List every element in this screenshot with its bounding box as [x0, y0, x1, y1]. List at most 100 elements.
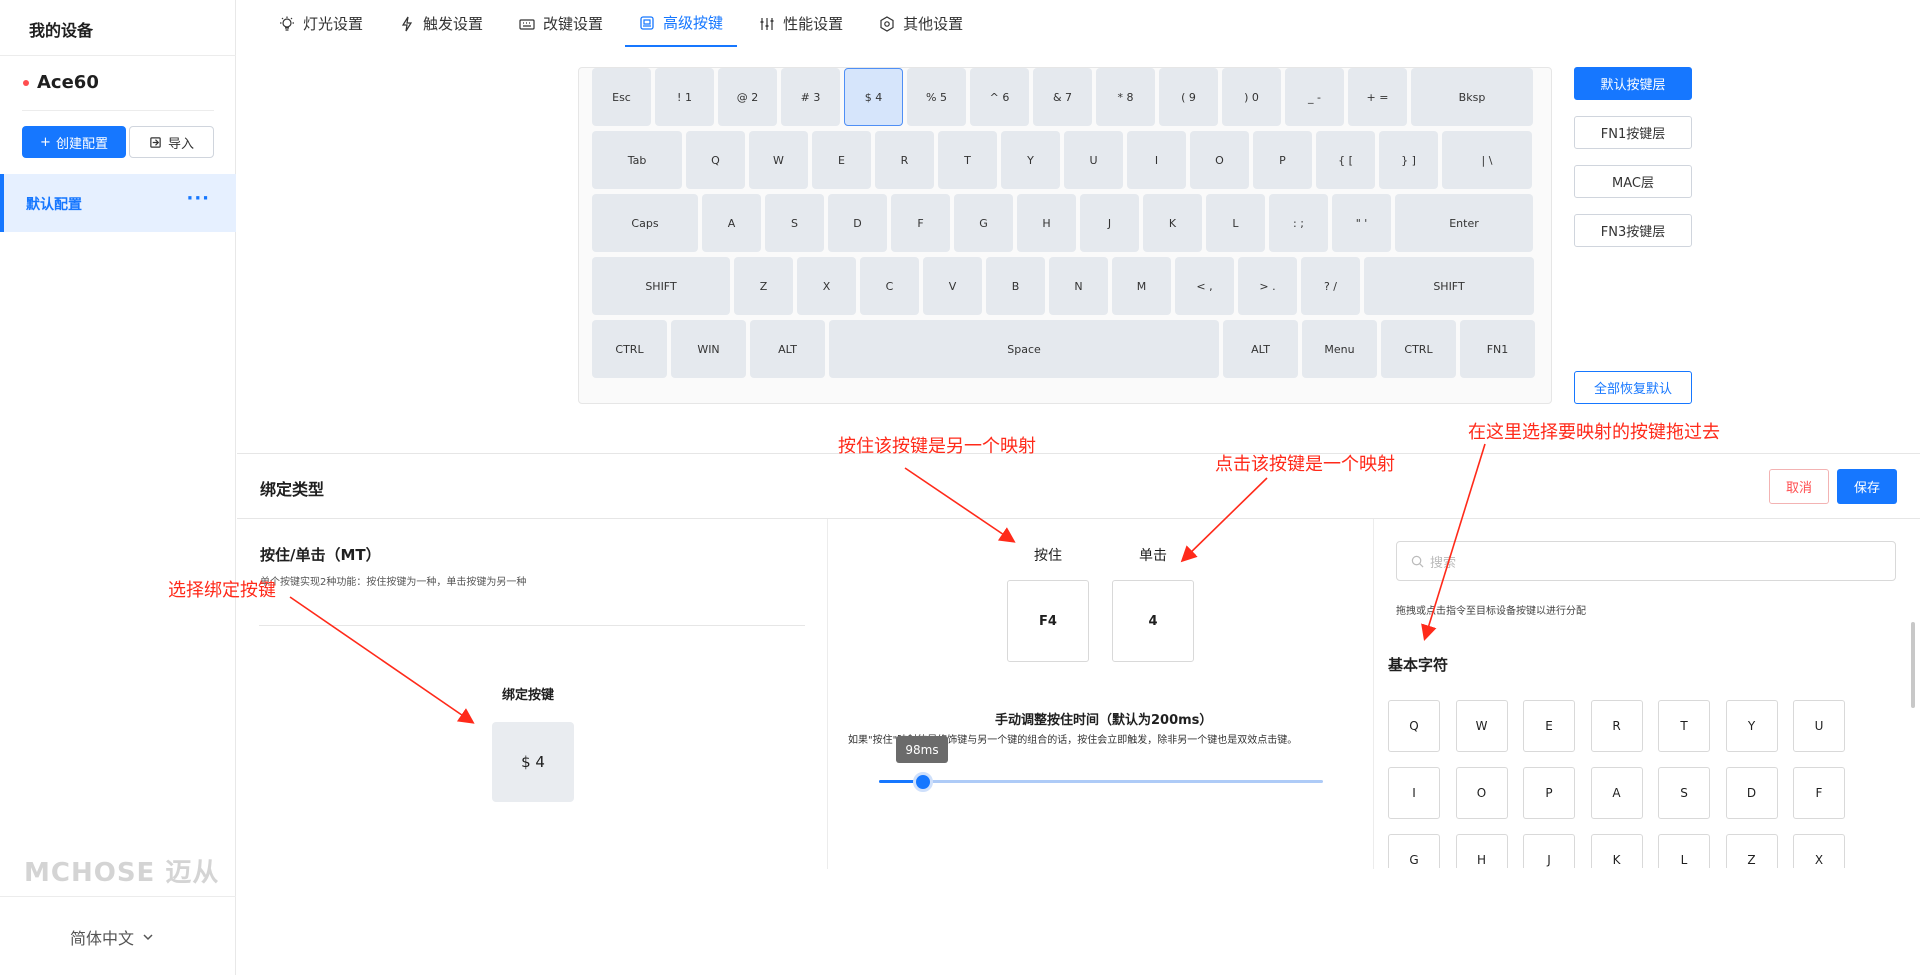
key-3-10[interactable]: ? / — [1301, 257, 1360, 315]
key-2-4[interactable]: F — [891, 194, 950, 252]
key-2-12[interactable]: Enter — [1395, 194, 1533, 252]
save-button[interactable]: 保存 — [1837, 469, 1897, 504]
key-0-13[interactable]: Bksp — [1411, 68, 1533, 126]
key-2-3[interactable]: D — [828, 194, 887, 252]
key-2-11[interactable]: " ' — [1332, 194, 1391, 252]
key-0-5[interactable]: % 5 — [907, 68, 966, 126]
more-icon[interactable]: ··· — [186, 188, 210, 209]
key-2-7[interactable]: J — [1080, 194, 1139, 252]
tab-remap[interactable]: 改键设置 — [505, 0, 617, 47]
key-0-12[interactable]: + = — [1348, 68, 1407, 126]
key-0-6[interactable]: ^ 6 — [970, 68, 1029, 126]
char-key[interactable]: A — [1590, 767, 1643, 819]
char-key[interactable]: R — [1590, 700, 1643, 752]
layer-fn1-button[interactable]: FN1按键层 — [1574, 116, 1692, 149]
hold-mapping-slot[interactable]: F4 — [1007, 580, 1089, 662]
char-key[interactable]: U — [1793, 700, 1845, 752]
char-key[interactable]: J — [1523, 834, 1575, 868]
key-2-9[interactable]: L — [1206, 194, 1265, 252]
key-1-12[interactable]: } ] — [1379, 131, 1438, 189]
tab-advanced-keys[interactable]: 高级按键 — [625, 0, 738, 47]
key-1-2[interactable]: W — [749, 131, 808, 189]
key-0-10[interactable]: ) 0 — [1222, 68, 1281, 126]
scrollbar[interactable] — [1911, 622, 1915, 708]
key-3-1[interactable]: Z — [734, 257, 793, 315]
key-1-4[interactable]: R — [875, 131, 934, 189]
search-input[interactable]: 搜索 — [1396, 541, 1896, 581]
key-1-1[interactable]: Q — [686, 131, 745, 189]
key-1-3[interactable]: E — [812, 131, 871, 189]
char-key[interactable]: I — [1388, 767, 1440, 819]
hold-time-slider[interactable] — [879, 780, 1323, 783]
key-4-2[interactable]: ALT — [750, 320, 825, 378]
char-key[interactable]: L — [1658, 834, 1710, 868]
bind-key-slot[interactable]: $ 4 — [492, 722, 574, 802]
reset-all-button[interactable]: 全部恢复默认 — [1574, 371, 1692, 404]
tab-trigger[interactable]: 触发设置 — [385, 0, 497, 47]
create-config-button[interactable]: + 创建配置 — [22, 126, 126, 158]
key-4-3[interactable]: Space — [829, 320, 1219, 378]
key-1-0[interactable]: Tab — [592, 131, 682, 189]
key-4-0[interactable]: CTRL — [592, 320, 667, 378]
layer-default-button[interactable]: 默认按键层 — [1574, 67, 1692, 100]
key-0-8[interactable]: * 8 — [1096, 68, 1155, 126]
char-key[interactable]: T — [1658, 700, 1710, 752]
key-4-7[interactable]: FN1 — [1460, 320, 1535, 378]
key-3-7[interactable]: M — [1112, 257, 1171, 315]
key-3-0[interactable]: SHIFT — [592, 257, 730, 315]
char-key[interactable]: O — [1455, 767, 1508, 819]
char-key[interactable]: D — [1725, 767, 1778, 819]
char-key[interactable]: F — [1793, 767, 1845, 819]
key-3-3[interactable]: C — [860, 257, 919, 315]
key-4-5[interactable]: Menu — [1302, 320, 1377, 378]
import-button[interactable]: 导入 — [129, 126, 214, 158]
key-1-8[interactable]: I — [1127, 131, 1186, 189]
key-2-6[interactable]: H — [1017, 194, 1076, 252]
key-0-9[interactable]: ( 9 — [1159, 68, 1218, 126]
key-1-10[interactable]: P — [1253, 131, 1312, 189]
key-2-1[interactable]: A — [702, 194, 761, 252]
key-3-4[interactable]: V — [923, 257, 982, 315]
key-0-2[interactable]: @ 2 — [718, 68, 777, 126]
key-0-11[interactable]: _ - — [1285, 68, 1344, 126]
key-0-0[interactable]: Esc — [592, 68, 651, 126]
language-select[interactable]: 简体中文 — [70, 925, 154, 949]
key-2-2[interactable]: S — [765, 194, 824, 252]
char-key[interactable]: Y — [1725, 700, 1778, 752]
key-1-13[interactable]: | \ — [1442, 131, 1532, 189]
key-0-1[interactable]: ! 1 — [655, 68, 714, 126]
key-3-8[interactable]: < , — [1175, 257, 1234, 315]
tab-lighting[interactable]: 灯光设置 — [265, 0, 377, 47]
key-4-1[interactable]: WIN — [671, 320, 746, 378]
key-3-9[interactable]: > . — [1238, 257, 1297, 315]
device-name[interactable]: Ace60 — [37, 72, 99, 93]
config-item-default[interactable]: 默认配置 ··· — [0, 174, 236, 232]
key-0-4[interactable]: $ 4 — [844, 68, 903, 126]
layer-fn3-button[interactable]: FN3按键层 — [1574, 214, 1692, 247]
char-key[interactable]: H — [1455, 834, 1508, 868]
char-key[interactable]: E — [1523, 700, 1575, 752]
tab-performance[interactable]: 性能设置 — [745, 0, 857, 47]
key-3-5[interactable]: B — [986, 257, 1045, 315]
key-2-0[interactable]: Caps — [592, 194, 698, 252]
key-3-6[interactable]: N — [1049, 257, 1108, 315]
key-1-6[interactable]: Y — [1001, 131, 1060, 189]
char-key[interactable]: P — [1523, 767, 1575, 819]
key-2-5[interactable]: G — [954, 194, 1013, 252]
char-key[interactable]: W — [1455, 700, 1508, 752]
key-3-2[interactable]: X — [797, 257, 856, 315]
mt-title[interactable]: 按住/单击（MT） — [260, 544, 381, 565]
key-2-10[interactable]: : ; — [1269, 194, 1328, 252]
tab-other[interactable]: 其他设置 — [865, 0, 977, 47]
key-2-8[interactable]: K — [1143, 194, 1202, 252]
key-3-11[interactable]: SHIFT — [1364, 257, 1534, 315]
tap-mapping-slot[interactable]: 4 — [1112, 580, 1194, 662]
key-1-7[interactable]: U — [1064, 131, 1123, 189]
key-0-7[interactable]: & 7 — [1033, 68, 1092, 126]
key-4-4[interactable]: ALT — [1223, 320, 1298, 378]
key-1-11[interactable]: { [ — [1316, 131, 1375, 189]
char-key[interactable]: X — [1793, 834, 1845, 868]
char-key[interactable]: G — [1388, 834, 1440, 868]
key-4-6[interactable]: CTRL — [1381, 320, 1456, 378]
cancel-button[interactable]: 取消 — [1769, 469, 1829, 504]
